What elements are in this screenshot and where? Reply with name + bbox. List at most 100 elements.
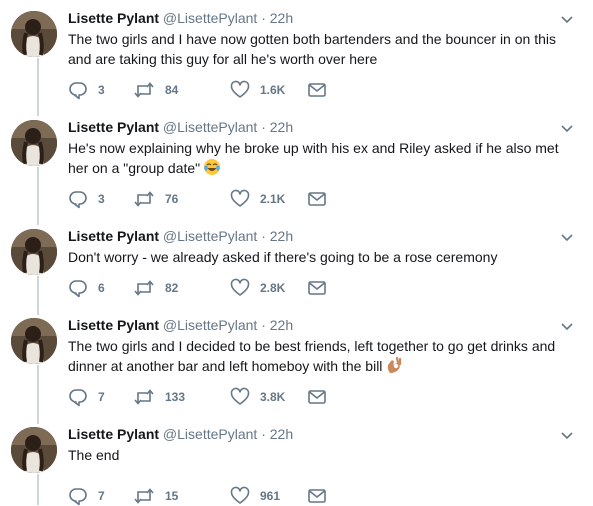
reply-button[interactable]: 7 — [68, 486, 105, 506]
action-bar: 3 76 2.1K — [68, 189, 368, 209]
direct-message-button[interactable] — [307, 486, 327, 506]
direct-message-button[interactable] — [307, 189, 327, 209]
timestamp[interactable]: 22h — [270, 10, 293, 26]
retweet-count: 133 — [165, 390, 186, 404]
chevron-down-icon[interactable] — [560, 15, 574, 25]
like-button[interactable]: 1.6K — [230, 80, 285, 100]
retweet-icon — [133, 387, 155, 407]
tweet-text: The two girls and I decided to be best f… — [68, 338, 556, 374]
separator-dot: · — [261, 228, 266, 244]
separator-dot: · — [261, 317, 266, 333]
direct-message-icon — [307, 387, 327, 407]
direct-message-icon — [307, 278, 327, 298]
like-button[interactable]: 2.1K — [230, 189, 285, 209]
retweet-icon — [133, 278, 155, 298]
reply-button[interactable]: 3 — [68, 189, 105, 209]
avatar[interactable] — [11, 229, 57, 275]
direct-message-icon — [307, 189, 327, 209]
retweet-button[interactable]: 82 — [133, 278, 178, 298]
reply-icon — [68, 278, 88, 298]
tweet-body: He's now explaining why he broke up with… — [68, 138, 568, 181]
author-name[interactable]: Lisette Pylant — [68, 317, 159, 333]
tweet-text: Don't worry - we already asked if there'… — [68, 249, 498, 265]
author-handle[interactable]: @LisettePylant — [163, 119, 257, 135]
reply-count: 7 — [98, 390, 105, 404]
avatar[interactable] — [11, 318, 57, 364]
tweet-text: He's now explaining why he broke up with… — [68, 140, 559, 176]
reply-icon — [68, 486, 88, 506]
retweet-icon — [133, 189, 155, 209]
like-button[interactable]: 961 — [230, 486, 280, 506]
direct-message-icon — [307, 486, 327, 506]
action-bar: 3 84 1.6K — [68, 80, 368, 100]
retweet-count: 76 — [165, 192, 179, 206]
author-handle[interactable]: @LisettePylant — [163, 426, 257, 442]
face-with-tears-of-joy-icon — [203, 158, 221, 181]
retweet-button[interactable]: 15 — [133, 486, 178, 506]
like-count: 1.6K — [260, 83, 286, 97]
like-count: 2.8K — [260, 281, 286, 295]
retweet-icon — [133, 486, 155, 506]
tweet[interactable]: Lisette Pylant @LisettePylant · 22h He's… — [0, 109, 593, 217]
separator-dot: · — [261, 119, 266, 135]
like-button[interactable]: 2.8K — [230, 278, 285, 298]
reply-icon — [68, 80, 88, 100]
reply-button[interactable]: 6 — [68, 278, 105, 298]
like-button[interactable]: 3.8K — [230, 387, 285, 407]
tweet-text: The end — [68, 447, 120, 463]
reply-count: 7 — [98, 489, 105, 503]
chevron-down-icon[interactable] — [560, 233, 574, 243]
action-bar: 6 82 2.8K — [68, 278, 368, 298]
timestamp[interactable]: 22h — [270, 119, 293, 135]
author-name[interactable]: Lisette Pylant — [68, 426, 159, 442]
timestamp[interactable]: 22h — [270, 228, 293, 244]
reply-button[interactable]: 7 — [68, 387, 105, 407]
tweet[interactable]: Lisette Pylant @LisettePylant · 22h The … — [0, 0, 593, 108]
reply-count: 3 — [98, 192, 105, 206]
author-handle[interactable]: @LisettePylant — [163, 228, 257, 244]
avatar[interactable] — [11, 427, 57, 473]
tweet[interactable]: Lisette Pylant @LisettePylant · 22h Don'… — [0, 218, 593, 306]
avatar[interactable] — [11, 11, 57, 57]
direct-message-icon — [307, 80, 327, 100]
author-handle[interactable]: @LisettePylant — [163, 10, 257, 26]
tweet[interactable]: Lisette Pylant @LisettePylant · 22h The … — [0, 416, 593, 505]
tweet[interactable]: Lisette Pylant @LisettePylant · 22h The … — [0, 307, 593, 415]
reply-button[interactable]: 3 — [68, 80, 105, 100]
author-name[interactable]: Lisette Pylant — [68, 10, 159, 26]
direct-message-button[interactable] — [307, 278, 327, 298]
like-icon — [230, 189, 250, 209]
like-count: 2.1K — [260, 192, 286, 206]
reply-count: 3 — [98, 83, 105, 97]
retweet-count: 15 — [165, 489, 179, 503]
separator-dot: · — [261, 10, 266, 26]
timestamp[interactable]: 22h — [270, 426, 293, 442]
retweet-button[interactable]: 76 — [133, 189, 178, 209]
action-bar: 7 15 961 — [68, 486, 368, 506]
author-handle[interactable]: @LisettePylant — [163, 317, 257, 333]
avatar[interactable] — [11, 120, 57, 166]
direct-message-button[interactable] — [307, 80, 327, 100]
action-bar: 7 133 3.8K — [68, 387, 368, 407]
chevron-down-icon[interactable] — [560, 322, 574, 332]
reply-count: 6 — [98, 281, 105, 295]
retweet-button[interactable]: 133 — [133, 387, 185, 407]
retweet-button[interactable]: 84 — [133, 80, 178, 100]
like-count: 961 — [260, 489, 281, 503]
reply-icon — [68, 387, 88, 407]
chevron-down-icon[interactable] — [560, 431, 574, 441]
retweet-count: 82 — [165, 281, 179, 295]
ok-hand-icon — [385, 356, 403, 379]
tweet-text: The two girls and I have now gotten both… — [68, 31, 556, 67]
author-name[interactable]: Lisette Pylant — [68, 119, 159, 135]
like-icon — [230, 278, 250, 298]
like-icon — [230, 387, 250, 407]
timestamp[interactable]: 22h — [270, 317, 293, 333]
chevron-down-icon[interactable] — [560, 124, 574, 134]
direct-message-button[interactable] — [307, 387, 327, 407]
author-name[interactable]: Lisette Pylant — [68, 228, 159, 244]
like-icon — [230, 80, 250, 100]
retweet-count: 84 — [165, 83, 179, 97]
tweet-body: The two girls and I decided to be best f… — [68, 336, 568, 379]
separator-dot: · — [261, 426, 266, 442]
